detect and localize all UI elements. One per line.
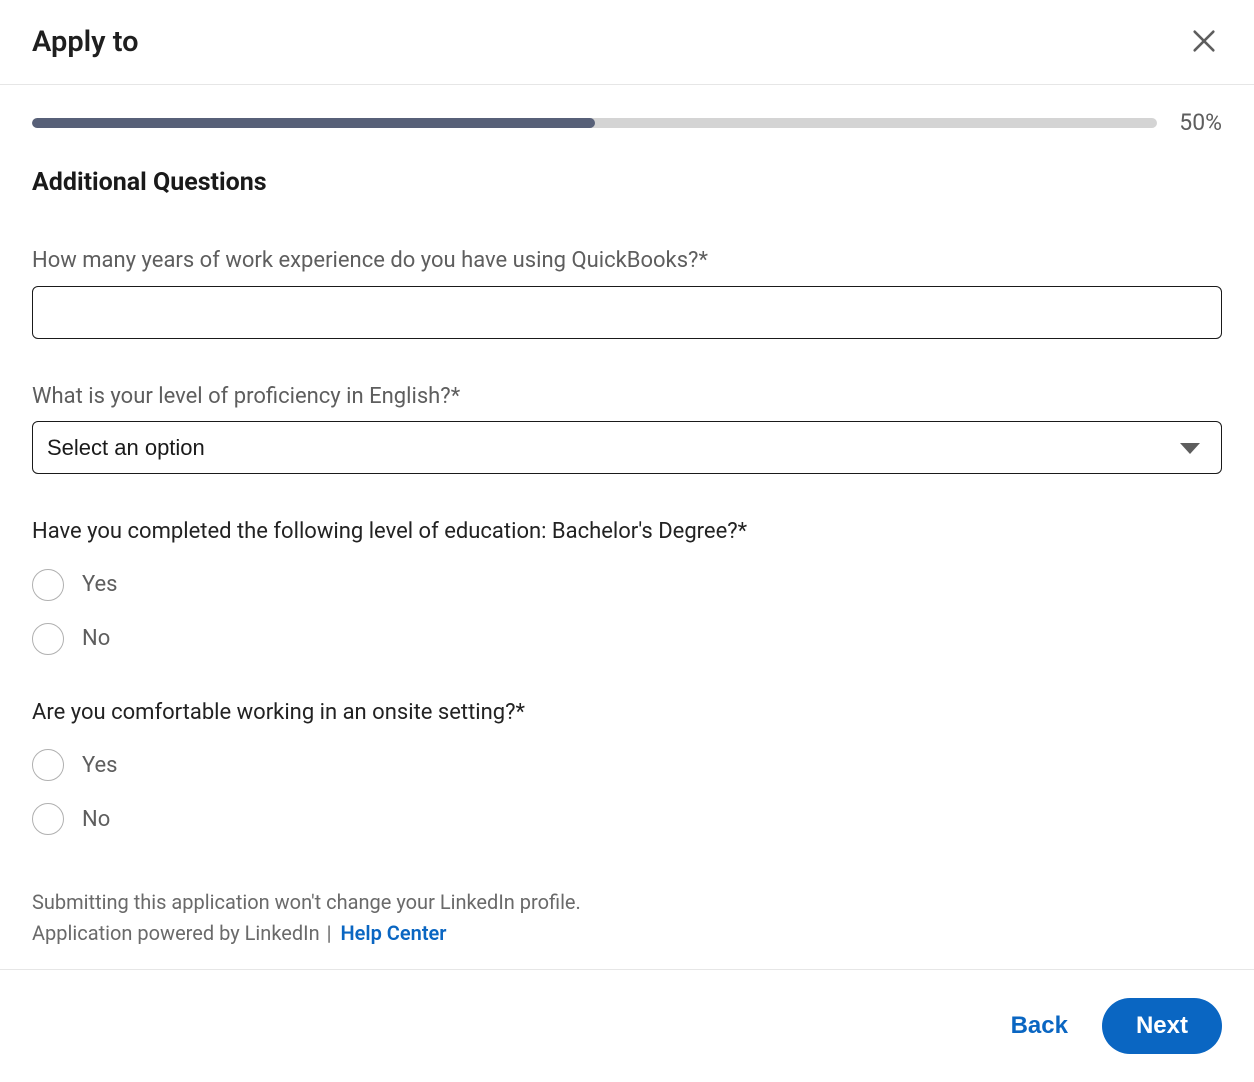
modal-body: 50% Additional Questions How many years … xyxy=(0,85,1254,969)
progress-track xyxy=(32,118,1157,128)
disclaimer-line1: Submitting this application won't change… xyxy=(32,887,1222,918)
radio-label: Yes xyxy=(82,572,118,597)
onsite-radio-group: Yes No xyxy=(32,749,1222,835)
close-button[interactable] xyxy=(1184,22,1224,62)
question-label: Are you comfortable working in an onsite… xyxy=(32,699,1222,728)
modal-footer: Back Next xyxy=(0,969,1254,1082)
apply-modal: Apply to 50% Additional Questions How ma… xyxy=(0,0,1254,1082)
question-onsite: Are you comfortable working in an onsite… xyxy=(32,699,1222,836)
next-button[interactable]: Next xyxy=(1102,998,1222,1054)
modal-header: Apply to xyxy=(0,0,1254,85)
education-radio-no[interactable]: No xyxy=(32,623,1222,655)
radio-icon xyxy=(32,623,64,655)
radio-icon xyxy=(32,803,64,835)
onsite-radio-no[interactable]: No xyxy=(32,803,1222,835)
disclaimer: Submitting this application won't change… xyxy=(32,887,1222,969)
radio-icon xyxy=(32,569,64,601)
section-heading: Additional Questions xyxy=(32,168,1222,197)
progress-bar: 50% xyxy=(32,109,1222,136)
education-radio-group: Yes No xyxy=(32,569,1222,655)
question-label: What is your level of proficiency in Eng… xyxy=(32,383,1222,412)
education-radio-yes[interactable]: Yes xyxy=(32,569,1222,601)
question-experience: How many years of work experience do you… xyxy=(32,247,1222,339)
question-label: How many years of work experience do you… xyxy=(32,247,1222,276)
english-select[interactable]: Select an option xyxy=(32,421,1222,474)
question-label: Have you completed the following level o… xyxy=(32,518,1222,547)
radio-label: No xyxy=(82,807,110,832)
modal-title: Apply to xyxy=(32,25,139,59)
powered-by-text: Application powered by LinkedIn xyxy=(32,921,320,945)
experience-input[interactable] xyxy=(32,286,1222,339)
question-english: What is your level of proficiency in Eng… xyxy=(32,383,1222,475)
progress-fill xyxy=(32,118,595,128)
disclaimer-line2: Application powered by LinkedIn | Help C… xyxy=(32,918,1222,949)
separator: | xyxy=(320,921,341,945)
help-center-link[interactable]: Help Center xyxy=(340,921,446,945)
onsite-radio-yes[interactable]: Yes xyxy=(32,749,1222,781)
question-education: Have you completed the following level o… xyxy=(32,518,1222,655)
english-select-wrap: Select an option xyxy=(32,421,1222,474)
radio-label: Yes xyxy=(82,753,118,778)
back-button[interactable]: Back xyxy=(1001,1004,1078,1048)
radio-label: No xyxy=(82,626,110,651)
close-icon xyxy=(1190,27,1218,58)
progress-label: 50% xyxy=(1179,109,1222,136)
radio-icon xyxy=(32,749,64,781)
